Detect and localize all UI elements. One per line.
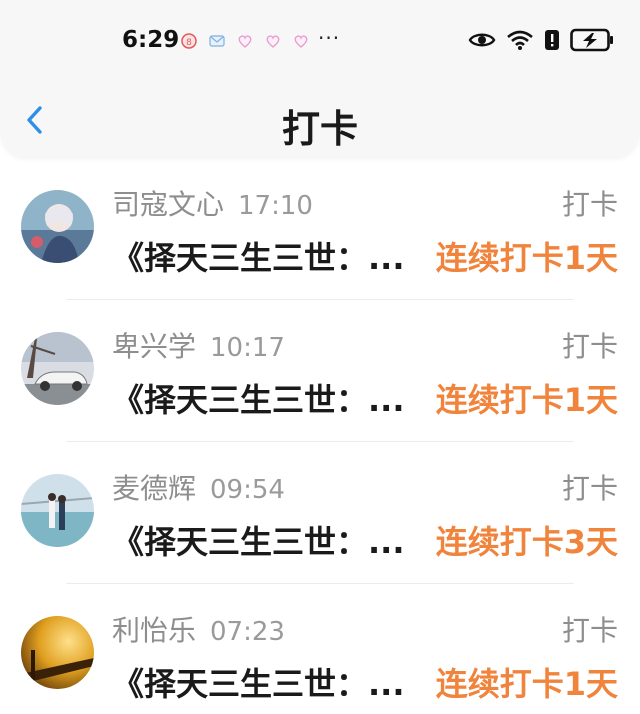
list-item[interactable]: 麦德辉 09:54 打卡 《择天三生三世：... 连续打卡3天 bbox=[0, 442, 640, 584]
action-label: 打卡 bbox=[561, 472, 618, 505]
avatar bbox=[21, 616, 94, 689]
heart-notification-icon bbox=[266, 35, 280, 48]
checkin-list: 司寇文心 17:10 打卡 《择天三生三世：... 连续打卡1天 卑兴学 10:17… bbox=[0, 158, 640, 714]
header: 6:29 8 ··· 打卡 bbox=[0, 0, 640, 158]
item-meta: 麦德辉 09:54 bbox=[112, 467, 285, 507]
status-time: 6:29 bbox=[122, 27, 180, 53]
user-name: 卑兴学 bbox=[112, 330, 197, 363]
action-label: 打卡 bbox=[561, 188, 618, 221]
alert-icon bbox=[545, 30, 559, 50]
avatar bbox=[21, 474, 94, 547]
eye-icon bbox=[468, 33, 496, 47]
checkin-time: 09:54 bbox=[210, 475, 285, 505]
item-meta: 利怡乐 07:23 bbox=[112, 609, 285, 649]
list-item[interactable]: 司寇文心 17:10 打卡 《择天三生三世：... 连续打卡1天 bbox=[0, 158, 640, 300]
list-item[interactable]: 利怡乐 07:23 打卡 《择天三生三世：... 连续打卡1天 bbox=[0, 584, 640, 714]
item-meta: 卑兴学 10:17 bbox=[112, 325, 285, 365]
item-meta: 司寇文心 17:10 bbox=[112, 183, 313, 223]
app-notification-icon: 8 bbox=[181, 33, 197, 49]
checkin-time: 17:10 bbox=[238, 191, 313, 221]
streak-label: 连续打卡3天 bbox=[435, 523, 618, 561]
user-name: 麦德辉 bbox=[112, 472, 197, 505]
user-name: 司寇文心 bbox=[112, 188, 225, 221]
nav-bar: 打卡 bbox=[0, 92, 640, 156]
streak-label: 连续打卡1天 bbox=[435, 239, 618, 277]
heart-notification-icon bbox=[294, 35, 308, 48]
action-label: 打卡 bbox=[561, 330, 618, 363]
system-icons bbox=[468, 28, 614, 52]
streak-label: 连续打卡1天 bbox=[435, 381, 618, 419]
checkin-time: 10:17 bbox=[210, 333, 285, 363]
avatar bbox=[21, 190, 94, 263]
notification-icons: 8 bbox=[180, 32, 310, 50]
page-title: 打卡 bbox=[281, 107, 358, 151]
status-bar: 6:29 8 ··· bbox=[0, 22, 640, 62]
checkin-time: 07:23 bbox=[210, 617, 285, 647]
more-notifications-icon: ··· bbox=[318, 26, 341, 50]
wifi-icon bbox=[507, 30, 533, 50]
avatar bbox=[21, 332, 94, 405]
svg-text:8: 8 bbox=[186, 38, 192, 48]
streak-label: 连续打卡1天 bbox=[435, 665, 618, 703]
heart-notification-icon bbox=[238, 35, 252, 48]
user-name: 利怡乐 bbox=[112, 614, 197, 647]
battery-charging-icon bbox=[570, 28, 613, 52]
action-label: 打卡 bbox=[561, 614, 618, 647]
mail-notification-icon bbox=[209, 35, 225, 47]
list-item[interactable]: 卑兴学 10:17 打卡 《择天三生三世：... 连续打卡1天 bbox=[0, 300, 640, 442]
